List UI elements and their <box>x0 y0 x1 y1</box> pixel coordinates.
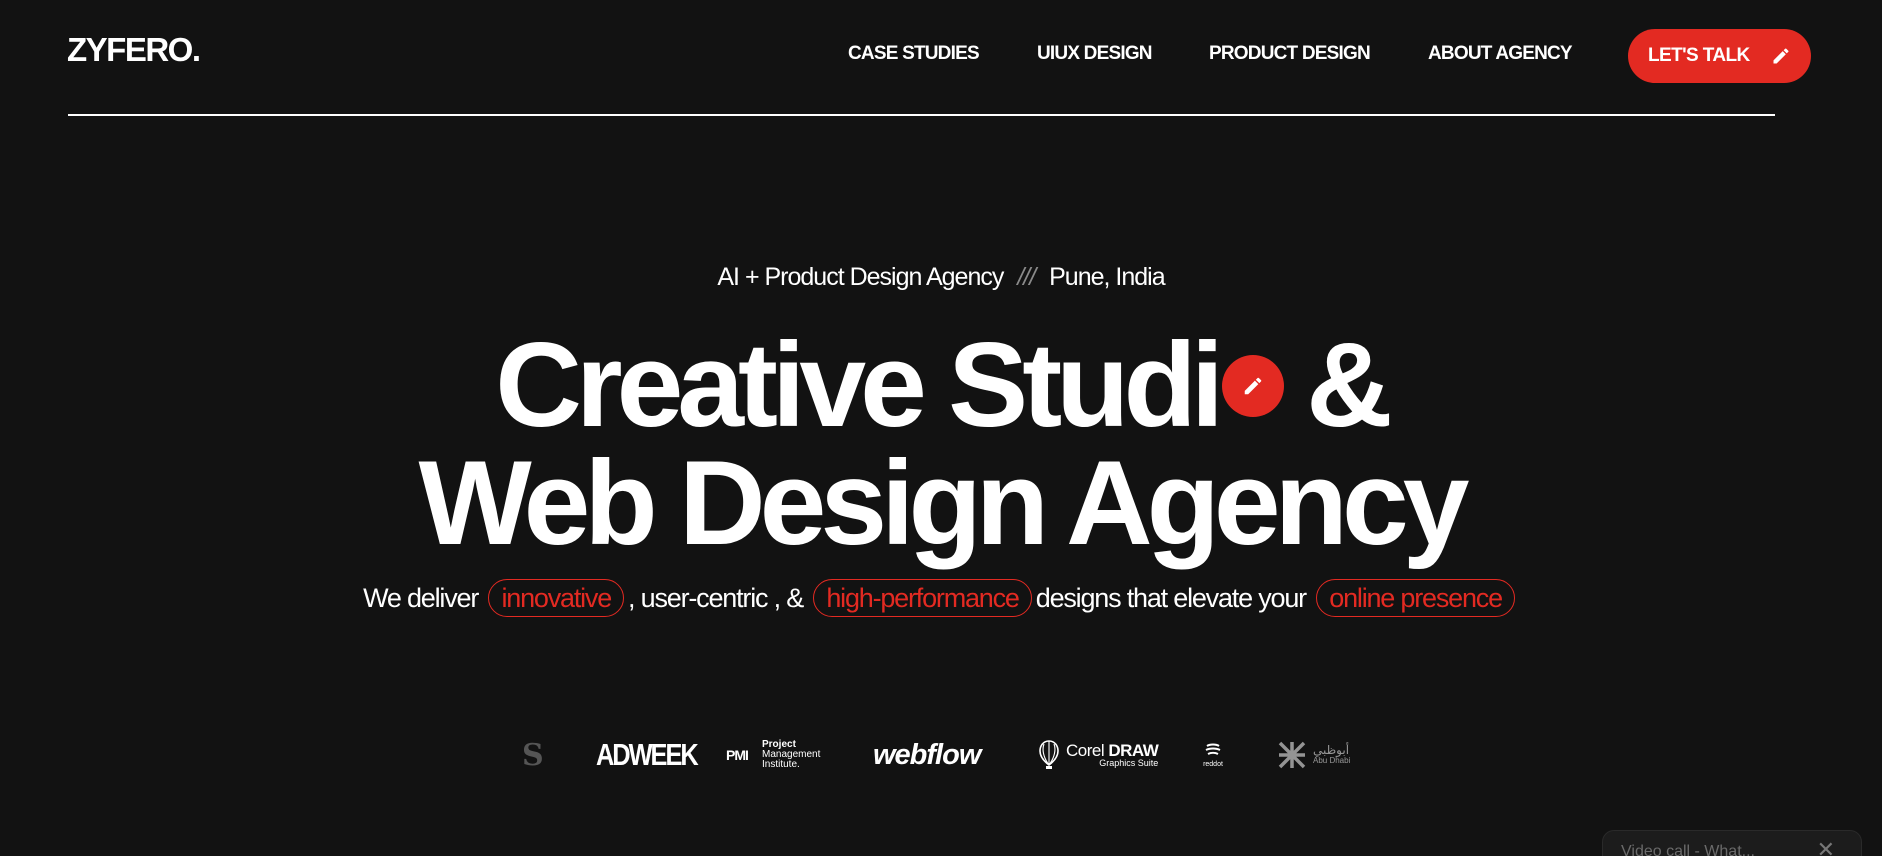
close-icon[interactable]: ✕ <box>1817 839 1835 856</box>
client-logo-webflow: webflow <box>873 738 981 771</box>
reddot-text: reddot <box>1203 760 1223 768</box>
nav-about-agency[interactable]: ABOUT AGENCY <box>1428 44 1573 63</box>
eyebrow-tagline: AI + Product Design Agency <box>717 263 1004 291</box>
pill-high-performance: high-performance <box>813 579 1032 617</box>
sub-text-2: , user-centric , & <box>628 583 804 613</box>
lets-talk-label: LET'S TALK <box>1648 45 1750 66</box>
site-logo[interactable]: ZYFERO. <box>67 33 201 66</box>
hero-heading-line-1: Creative Studi & <box>0 325 1882 445</box>
hero-eyebrow: AI + Product Design Agency /// Pune, Ind… <box>0 263 1882 292</box>
pill-innovative: innovative <box>488 579 625 617</box>
pmi-mark: PMI <box>726 747 749 763</box>
abu-dhabi-english: Abu Dhabi <box>1313 756 1351 766</box>
nav-case-studies[interactable]: CASE STUDIES <box>848 44 980 63</box>
sub-text-1: We deliver <box>363 583 479 613</box>
hero-pencil-badge[interactable] <box>1222 355 1285 418</box>
reddot-mark-icon <box>1205 743 1221 755</box>
nav-product-design[interactable]: PRODUCT DESIGN <box>1209 44 1371 63</box>
pencil-icon <box>1244 378 1262 395</box>
eyebrow-separator: /// <box>1017 263 1036 291</box>
client-logo-abu-dhabi: أبوظبي Abu Dhabi <box>1277 733 1350 777</box>
pill-online-presence: online presence <box>1316 579 1515 617</box>
header-divider <box>68 114 1775 116</box>
video-call-text: Video call - What... <box>1621 843 1755 856</box>
balloon-icon <box>1039 740 1059 769</box>
pmi-line-3: Institute. <box>762 759 800 770</box>
video-call-widget[interactable]: Video call - What... ✕ <box>1602 830 1862 856</box>
eyebrow-location: Pune, India <box>1049 263 1165 291</box>
sub-text-3: designs that elevate your <box>1035 583 1307 613</box>
client-logo-reddot: reddot <box>1203 733 1223 777</box>
hero-heading-amp: & <box>1306 318 1393 452</box>
lets-talk-button[interactable]: LET'S TALK <box>1628 29 1811 83</box>
client-logo-coreldraw: Corel DRAW Graphics Suite <box>1038 733 1159 777</box>
client-logo-s: S <box>522 737 544 773</box>
corel-sub: Graphics Suite <box>1099 758 1159 768</box>
client-logo-pmi: PMI Project Management Institute. <box>726 733 820 777</box>
hero-heading-text-1: Creative Studi <box>495 318 1224 452</box>
hero-subheading: We deliver innovative, user-centric , & … <box>0 578 1882 618</box>
pencil-icon <box>1773 48 1789 64</box>
abu-dhabi-mark-icon <box>1278 741 1306 769</box>
client-logo-adweek: ADWEEK <box>596 737 699 772</box>
hero-heading-line-2: Web Design Agency <box>418 436 1470 570</box>
nav-uiux-design[interactable]: UIUX DESIGN <box>1037 44 1153 63</box>
